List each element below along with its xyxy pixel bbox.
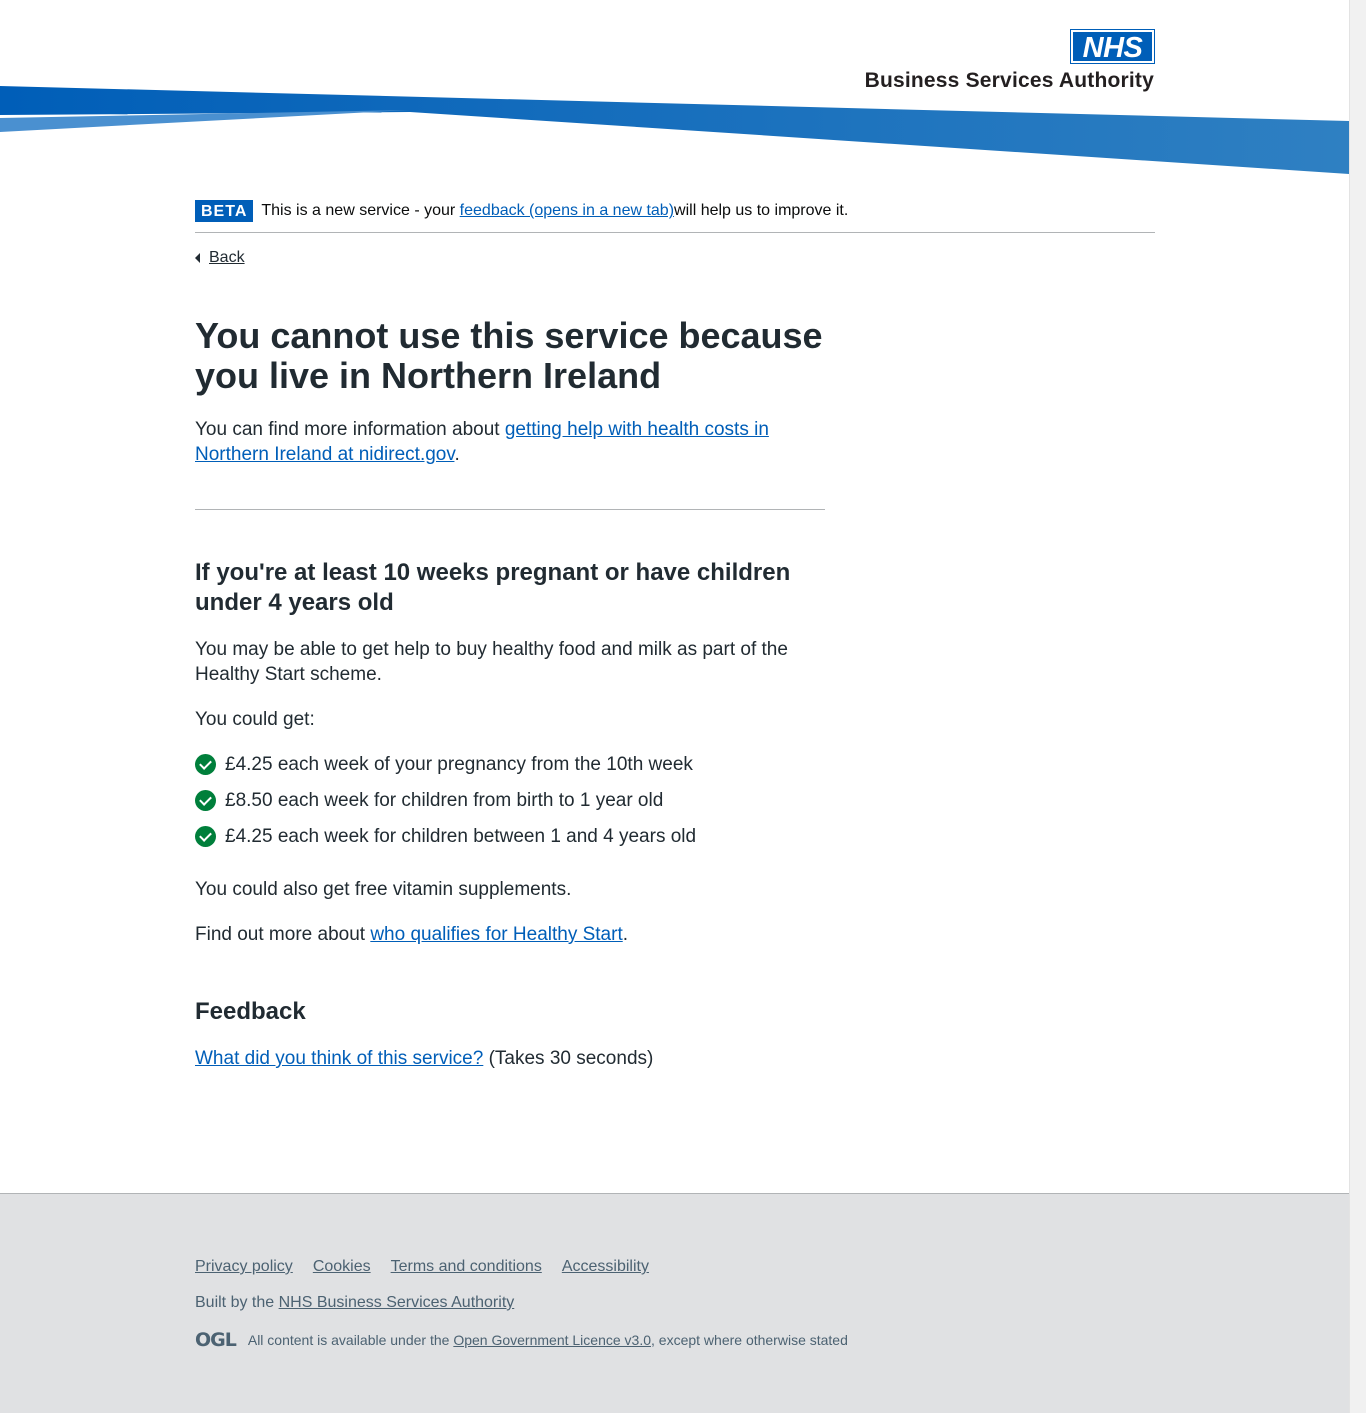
list-item: £4.25 each week of your pregnancy from t… (195, 752, 825, 777)
phase-text-before: This is a new service - your (261, 202, 456, 219)
header-swoosh (0, 86, 1349, 174)
info-paragraph: You can find more information about gett… (195, 417, 825, 467)
find-out-paragraph: Find out more about who qualifies for He… (195, 922, 825, 947)
healthy-start-link[interactable]: who qualifies for Healthy Start (370, 924, 622, 945)
privacy-policy-link[interactable]: Privacy policy (195, 1258, 293, 1276)
terms-link[interactable]: Terms and conditions (391, 1258, 542, 1276)
benefits-list: £4.25 each week of your pregnancy from t… (195, 752, 825, 849)
feedback-banner-link[interactable]: feedback (opens in a new tab) (460, 202, 674, 220)
phase-text-after: will help us to improve it. (674, 202, 849, 219)
nhsbsa-logo[interactable]: NHS Business Services Authority (864, 29, 1155, 93)
feedback-paragraph: What did you think of this service? (Tak… (195, 1046, 825, 1071)
tick-icon (195, 826, 216, 847)
info-period: . (454, 444, 460, 465)
tick-icon (195, 754, 216, 775)
content-container: BETA This is a new service - your feedba… (195, 199, 1155, 1071)
feedback-heading: Feedback (195, 998, 306, 1025)
find-out-text: Find out more about (195, 924, 371, 945)
main-content: You cannot use this service because you … (195, 316, 825, 1071)
ogl-link[interactable]: Open Government Licence v3.0 (453, 1332, 651, 1348)
page-title: You cannot use this service because you … (195, 315, 823, 396)
phase-divider (195, 232, 1155, 233)
ogl-logo-icon: OGL (195, 1329, 237, 1351)
built-by-text: Built by the (195, 1294, 279, 1311)
list-item: £8.50 each week for children from birth … (195, 788, 825, 813)
footer-inner: Privacy policy Cookies Terms and conditi… (195, 1258, 848, 1351)
beta-tag: BETA (195, 200, 254, 222)
nhsbsa-link[interactable]: NHS Business Services Authority (279, 1294, 515, 1311)
footer-links: Privacy policy Cookies Terms and conditi… (195, 1258, 848, 1276)
vitamins-paragraph: You could also get free vitamin suppleme… (195, 879, 572, 900)
licence: OGL All content is available under the O… (195, 1329, 848, 1351)
header: NHS Business Services Authority (0, 0, 1349, 180)
healthy-start-intro: You may be able to get help to buy healt… (195, 639, 788, 685)
healthy-start-heading: If you're at least 10 weeks pregnant or … (195, 559, 791, 616)
cookies-link[interactable]: Cookies (313, 1258, 371, 1276)
phase-banner: BETA This is a new service - your feedba… (195, 199, 1155, 223)
page: NHS Business Services Authority BETA Thi… (0, 0, 1349, 1413)
back-link-label: Back (209, 249, 245, 266)
section-divider (195, 509, 825, 510)
licence-text-after: , except where otherwise stated (651, 1332, 848, 1348)
licence-text: All content is available under the (247, 1332, 450, 1348)
nhs-logo-box: NHS (1070, 29, 1155, 64)
feedback-survey-link[interactable]: What did you think of this service? (195, 1048, 483, 1069)
back-link[interactable]: Back (195, 249, 245, 267)
scrollbar[interactable] (1349, 0, 1366, 1413)
list-item: £4.25 each week for children between 1 a… (195, 824, 825, 849)
benefit-text: £4.25 each week for children between 1 a… (225, 826, 697, 847)
benefit-text: £4.25 each week of your pregnancy from t… (225, 754, 693, 775)
tick-icon (195, 790, 216, 811)
benefit-text: £8.50 each week for children from birth … (225, 790, 664, 811)
info-text: You can find more information about (195, 419, 505, 440)
built-by: Built by the NHS Business Services Autho… (195, 1294, 848, 1312)
accessibility-link[interactable]: Accessibility (562, 1258, 649, 1276)
feedback-duration: (Takes 30 seconds) (483, 1048, 654, 1069)
logo-org-name: Business Services Authority (864, 69, 1154, 92)
chevron-left-icon (195, 253, 200, 263)
footer: Privacy policy Cookies Terms and conditi… (0, 1193, 1349, 1413)
you-could-get: You could get: (195, 709, 315, 730)
find-out-period: . (622, 924, 629, 945)
